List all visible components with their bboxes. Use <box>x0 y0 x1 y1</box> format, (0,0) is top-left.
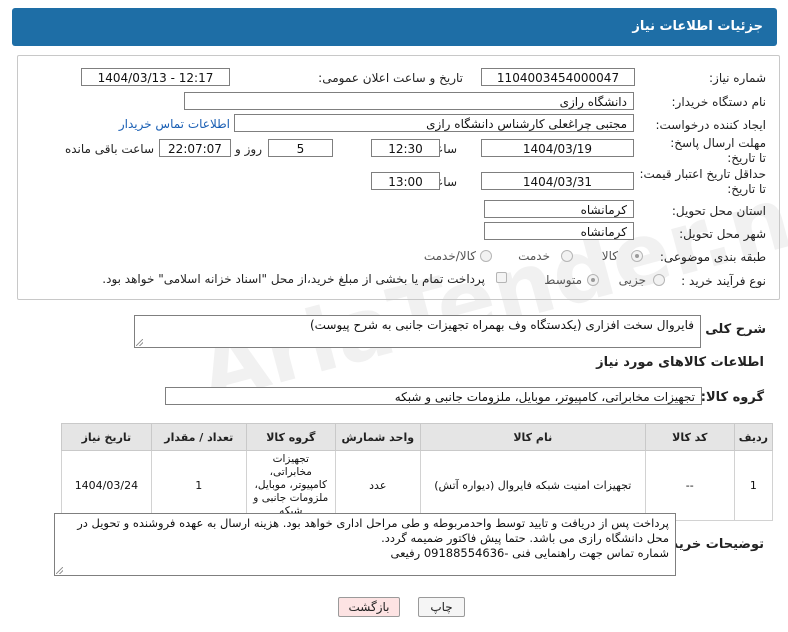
price-validity-date: 1404/03/31 <box>481 172 634 190</box>
remaining-label: ساعت باقی مانده <box>64 142 154 156</box>
need-number-field: 1104003454000047 <box>481 68 635 86</box>
process-radio-medium[interactable] <box>587 274 599 286</box>
process-option-minor: جزیی <box>618 273 646 287</box>
announce-datetime-label: تاریخ و ساعت اعلان عمومی: <box>318 71 463 85</box>
resize-handle-icon[interactable] <box>56 567 63 574</box>
category-radio-goods[interactable] <box>631 250 643 262</box>
cell-code: -- <box>644 450 735 521</box>
category-radio-both[interactable] <box>480 250 492 262</box>
price-validity-label: حداقل تاریخ اعتبار قیمت: تا تاریخ: <box>639 167 766 196</box>
requester-field: مجتبی چراغعلی کارشناس دانشگاه رازی <box>234 114 634 132</box>
col-group: گروه کالا <box>245 423 336 451</box>
category-label: طبقه بندی موضوعی: <box>659 250 766 264</box>
delivery-city-field: کرمانشاه <box>484 222 634 240</box>
cell-group: تجهیزات مخابراتی، کامپیوتر، موبایل، ملزو… <box>245 450 336 521</box>
process-option-medium: متوسط <box>544 273 582 287</box>
goods-group-label: گروه کالا: <box>700 390 764 405</box>
col-quantity: تعداد / مقدار <box>150 423 247 451</box>
delivery-city-label: شهر محل تحویل: <box>679 227 766 241</box>
table-header-row: ردیف کد کالا نام کالا واحد شمارش گروه کا… <box>61 423 774 451</box>
days-label: روز و <box>235 142 262 156</box>
reply-deadline-date: 1404/03/19 <box>481 139 634 157</box>
goods-group-field: تجهیزات مخابراتی، کامپیوتر، موبایل، ملزو… <box>165 387 702 405</box>
goods-section-title: اطلاعات کالاهای مورد نیاز <box>596 355 764 370</box>
items-table: ردیف کد کالا نام کالا واحد شمارش گروه کا… <box>61 423 774 521</box>
cell-need-date: 1404/03/24 <box>61 450 152 521</box>
buyer-contact-link[interactable]: اطلاعات تماس خریدار <box>119 117 230 131</box>
process-radio-minor[interactable] <box>653 274 665 286</box>
category-option-both: کالا/خدمت <box>423 249 476 263</box>
buyer-org-label: نام دستگاه خریدار: <box>671 95 767 109</box>
price-validity-time: 13:00 <box>371 172 440 190</box>
buyer-notes-line-2: محل دانشگاه رازی می باشد. حتما پیش فاکتو… <box>381 531 669 545</box>
col-unit: واحد شمارش <box>334 423 421 451</box>
summary-field: فایروال سخت افزاری (یکدستگاه وف بهمراه ت… <box>134 315 701 348</box>
reply-deadline-label: مهلت ارسال پاسخ: تا تاریخ: <box>670 136 766 165</box>
reply-days-field: 5 <box>268 139 333 157</box>
category-option-goods: کالا <box>601 249 618 263</box>
col-row: ردیف <box>733 423 774 451</box>
process-type-label: نوع فرآیند خرید : <box>681 274 766 288</box>
buyer-notes-line-3: شماره تماس جهت راهنمایی فنی -09188554636… <box>390 546 669 560</box>
treasury-payment-note: پرداخت تمام یا بخشی از مبلغ خرید،از محل … <box>102 272 485 286</box>
col-need-date: تاریخ نیاز <box>61 423 152 451</box>
need-number-label: شماره نیاز: <box>709 71 766 85</box>
buyer-notes-line-1: پرداخت پس از دریافت و تایید توسط واحدمرب… <box>77 516 669 530</box>
buyer-notes-field: پرداخت پس از دریافت و تایید توسط واحدمرب… <box>54 513 676 576</box>
buyer-org-field: دانشگاه رازی <box>184 92 634 110</box>
summary-text: فایروال سخت افزاری (یکدستگاه وف بهمراه ت… <box>309 318 694 332</box>
delivery-province-label: استان محل تحویل: <box>671 204 766 218</box>
resize-handle-icon[interactable] <box>136 339 143 346</box>
delivery-province-field: کرمانشاه <box>484 200 634 218</box>
treasury-payment-checkbox[interactable] <box>496 272 507 283</box>
cell-unit: عدد <box>334 450 421 521</box>
table-row: 1 -- تجهیزات امنیت شبکه فایروال (دیواره … <box>61 450 774 521</box>
cell-quantity: 1 <box>150 450 247 521</box>
requester-label: ایجاد کننده درخواست: <box>655 118 766 132</box>
category-option-service: خدمت <box>518 249 550 263</box>
page-title: جزئیات اطلاعات نیاز <box>632 19 763 34</box>
category-radio-service[interactable] <box>561 250 573 262</box>
reply-deadline-time: 12:30 <box>371 139 440 157</box>
announce-datetime-field: 1404/03/13 - 12:17 <box>81 68 230 86</box>
cell-row: 1 <box>733 450 774 521</box>
page-header: جزئیات اطلاعات نیاز <box>12 8 777 46</box>
col-name: نام کالا <box>419 423 646 451</box>
cell-name: تجهیزات امنیت شبکه فایروال (دیواره آتش) <box>419 450 646 521</box>
remaining-time-field: 22:07:07 <box>159 139 231 157</box>
back-button[interactable]: بازگشت <box>338 597 400 617</box>
print-button[interactable]: چاپ <box>418 597 465 617</box>
col-code: کد کالا <box>644 423 735 451</box>
